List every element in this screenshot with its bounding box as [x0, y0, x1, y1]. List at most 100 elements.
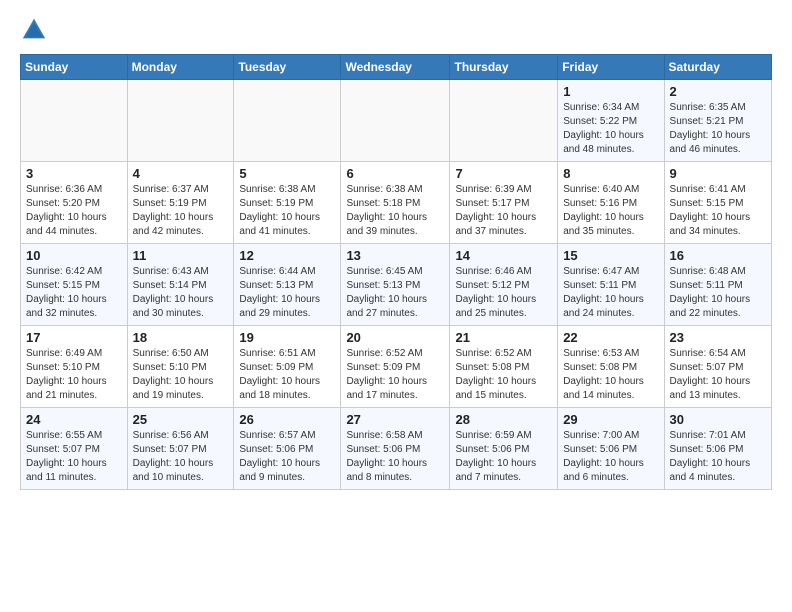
- day-cell: 12 Sunrise: 6:44 AM Sunset: 5:13 PM Dayli…: [234, 244, 341, 326]
- day-number: 13: [346, 248, 444, 263]
- day-number: 30: [670, 412, 766, 427]
- day-info: Sunrise: 6:41 AM Sunset: 5:15 PM Dayligh…: [670, 183, 766, 239]
- day-info: Sunrise: 6:57 AM Sunset: 5:06 PM Dayligh…: [239, 429, 335, 485]
- day-cell: 3 Sunrise: 6:36 AM Sunset: 5:20 PM Daylig…: [21, 162, 128, 244]
- calendar-header: SundayMondayTuesdayWednesdayThursdayFrid…: [21, 55, 772, 80]
- day-number: 8: [563, 166, 658, 181]
- day-info: Sunrise: 6:48 AM Sunset: 5:11 PM Dayligh…: [670, 265, 766, 321]
- weekday-header-sunday: Sunday: [21, 55, 128, 80]
- day-number: 14: [455, 248, 552, 263]
- day-info: Sunrise: 6:44 AM Sunset: 5:13 PM Dayligh…: [239, 265, 335, 321]
- day-cell: 7 Sunrise: 6:39 AM Sunset: 5:17 PM Daylig…: [450, 162, 558, 244]
- day-info: Sunrise: 6:49 AM Sunset: 5:10 PM Dayligh…: [26, 347, 122, 403]
- weekday-header-thursday: Thursday: [450, 55, 558, 80]
- day-cell: 21 Sunrise: 6:52 AM Sunset: 5:08 PM Dayli…: [450, 326, 558, 408]
- day-cell: 10 Sunrise: 6:42 AM Sunset: 5:15 PM Dayli…: [21, 244, 128, 326]
- weekday-header-friday: Friday: [558, 55, 664, 80]
- day-info: Sunrise: 6:46 AM Sunset: 5:12 PM Dayligh…: [455, 265, 552, 321]
- day-info: Sunrise: 6:56 AM Sunset: 5:07 PM Dayligh…: [133, 429, 229, 485]
- day-cell: 27 Sunrise: 6:58 AM Sunset: 5:06 PM Dayli…: [341, 408, 450, 490]
- day-cell: 11Sunrise: 6:43 AM Sunset: 5:14 PM Dayli…: [127, 244, 234, 326]
- day-info: Sunrise: 7:00 AM Sunset: 5:06 PM Dayligh…: [563, 429, 658, 485]
- day-cell: 9Sunrise: 6:41 AM Sunset: 5:15 PM Daylig…: [664, 162, 771, 244]
- day-number: 22: [563, 330, 658, 345]
- day-number: 23: [670, 330, 766, 345]
- day-info: Sunrise: 6:51 AM Sunset: 5:09 PM Dayligh…: [239, 347, 335, 403]
- day-info: Sunrise: 6:45 AM Sunset: 5:13 PM Dayligh…: [346, 265, 444, 321]
- day-number: 10: [26, 248, 122, 263]
- calendar-table: SundayMondayTuesdayWednesdayThursdayFrid…: [20, 54, 772, 490]
- day-number: 24: [26, 412, 122, 427]
- day-number: 26: [239, 412, 335, 427]
- day-cell: 18Sunrise: 6:50 AM Sunset: 5:10 PM Dayli…: [127, 326, 234, 408]
- day-info: Sunrise: 6:47 AM Sunset: 5:11 PM Dayligh…: [563, 265, 658, 321]
- day-info: Sunrise: 6:58 AM Sunset: 5:06 PM Dayligh…: [346, 429, 444, 485]
- day-info: Sunrise: 6:37 AM Sunset: 5:19 PM Dayligh…: [133, 183, 229, 239]
- day-cell: 8 Sunrise: 6:40 AM Sunset: 5:16 PM Daylig…: [558, 162, 664, 244]
- day-cell: 20 Sunrise: 6:52 AM Sunset: 5:09 PM Dayli…: [341, 326, 450, 408]
- week-row-1: 1 Sunrise: 6:34 AM Sunset: 5:22 PM Daylig…: [21, 80, 772, 162]
- day-cell: 25 Sunrise: 6:56 AM Sunset: 5:07 PM Dayli…: [127, 408, 234, 490]
- day-cell: 1 Sunrise: 6:34 AM Sunset: 5:22 PM Daylig…: [558, 80, 664, 162]
- day-number: 28: [455, 412, 552, 427]
- day-cell: [127, 80, 234, 162]
- day-cell: 26 Sunrise: 6:57 AM Sunset: 5:06 PM Dayli…: [234, 408, 341, 490]
- day-info: Sunrise: 6:55 AM Sunset: 5:07 PM Dayligh…: [26, 429, 122, 485]
- day-number: 5: [239, 166, 335, 181]
- day-info: Sunrise: 6:54 AM Sunset: 5:07 PM Dayligh…: [670, 347, 766, 403]
- week-row-3: 10 Sunrise: 6:42 AM Sunset: 5:15 PM Dayli…: [21, 244, 772, 326]
- day-cell: [21, 80, 128, 162]
- day-cell: [450, 80, 558, 162]
- day-cell: 29Sunrise: 7:00 AM Sunset: 5:06 PM Dayli…: [558, 408, 664, 490]
- weekday-header-wednesday: Wednesday: [341, 55, 450, 80]
- day-number: 6: [346, 166, 444, 181]
- logo-icon: [20, 16, 48, 44]
- weekday-header-monday: Monday: [127, 55, 234, 80]
- page: SundayMondayTuesdayWednesdayThursdayFrid…: [0, 0, 792, 502]
- day-number: 12: [239, 248, 335, 263]
- day-cell: 14 Sunrise: 6:46 AM Sunset: 5:12 PM Dayli…: [450, 244, 558, 326]
- day-cell: 17Sunrise: 6:49 AM Sunset: 5:10 PM Dayli…: [21, 326, 128, 408]
- day-number: 27: [346, 412, 444, 427]
- day-number: 18: [133, 330, 229, 345]
- day-cell: 2 Sunrise: 6:35 AM Sunset: 5:21 PM Daylig…: [664, 80, 771, 162]
- day-number: 21: [455, 330, 552, 345]
- day-info: Sunrise: 6:38 AM Sunset: 5:18 PM Dayligh…: [346, 183, 444, 239]
- day-cell: 24 Sunrise: 6:55 AM Sunset: 5:07 PM Dayli…: [21, 408, 128, 490]
- weekday-header-saturday: Saturday: [664, 55, 771, 80]
- day-info: Sunrise: 6:53 AM Sunset: 5:08 PM Dayligh…: [563, 347, 658, 403]
- week-row-4: 17Sunrise: 6:49 AM Sunset: 5:10 PM Dayli…: [21, 326, 772, 408]
- week-row-5: 24 Sunrise: 6:55 AM Sunset: 5:07 PM Dayli…: [21, 408, 772, 490]
- day-info: Sunrise: 6:42 AM Sunset: 5:15 PM Dayligh…: [26, 265, 122, 321]
- day-info: Sunrise: 6:39 AM Sunset: 5:17 PM Dayligh…: [455, 183, 552, 239]
- day-info: Sunrise: 6:34 AM Sunset: 5:22 PM Dayligh…: [563, 101, 658, 157]
- day-info: Sunrise: 6:52 AM Sunset: 5:09 PM Dayligh…: [346, 347, 444, 403]
- header: [20, 16, 772, 44]
- day-info: Sunrise: 6:40 AM Sunset: 5:16 PM Dayligh…: [563, 183, 658, 239]
- day-cell: 19Sunrise: 6:51 AM Sunset: 5:09 PM Dayli…: [234, 326, 341, 408]
- day-cell: [341, 80, 450, 162]
- weekday-row: SundayMondayTuesdayWednesdayThursdayFrid…: [21, 55, 772, 80]
- day-cell: 30Sunrise: 7:01 AM Sunset: 5:06 PM Dayli…: [664, 408, 771, 490]
- logo: [20, 16, 52, 44]
- day-number: 1: [563, 84, 658, 99]
- day-cell: 13 Sunrise: 6:45 AM Sunset: 5:13 PM Dayli…: [341, 244, 450, 326]
- day-number: 3: [26, 166, 122, 181]
- day-number: 25: [133, 412, 229, 427]
- day-number: 15: [563, 248, 658, 263]
- day-cell: 5Sunrise: 6:38 AM Sunset: 5:19 PM Daylig…: [234, 162, 341, 244]
- day-info: Sunrise: 6:43 AM Sunset: 5:14 PM Dayligh…: [133, 265, 229, 321]
- day-cell: 16 Sunrise: 6:48 AM Sunset: 5:11 PM Dayli…: [664, 244, 771, 326]
- day-info: Sunrise: 6:52 AM Sunset: 5:08 PM Dayligh…: [455, 347, 552, 403]
- day-number: 20: [346, 330, 444, 345]
- day-cell: 6 Sunrise: 6:38 AM Sunset: 5:18 PM Daylig…: [341, 162, 450, 244]
- day-number: 2: [670, 84, 766, 99]
- day-number: 16: [670, 248, 766, 263]
- day-info: Sunrise: 6:35 AM Sunset: 5:21 PM Dayligh…: [670, 101, 766, 157]
- day-cell: 15 Sunrise: 6:47 AM Sunset: 5:11 PM Dayli…: [558, 244, 664, 326]
- day-number: 7: [455, 166, 552, 181]
- day-info: Sunrise: 6:36 AM Sunset: 5:20 PM Dayligh…: [26, 183, 122, 239]
- day-cell: 22 Sunrise: 6:53 AM Sunset: 5:08 PM Dayli…: [558, 326, 664, 408]
- day-cell: [234, 80, 341, 162]
- calendar-body: 1 Sunrise: 6:34 AM Sunset: 5:22 PM Daylig…: [21, 80, 772, 490]
